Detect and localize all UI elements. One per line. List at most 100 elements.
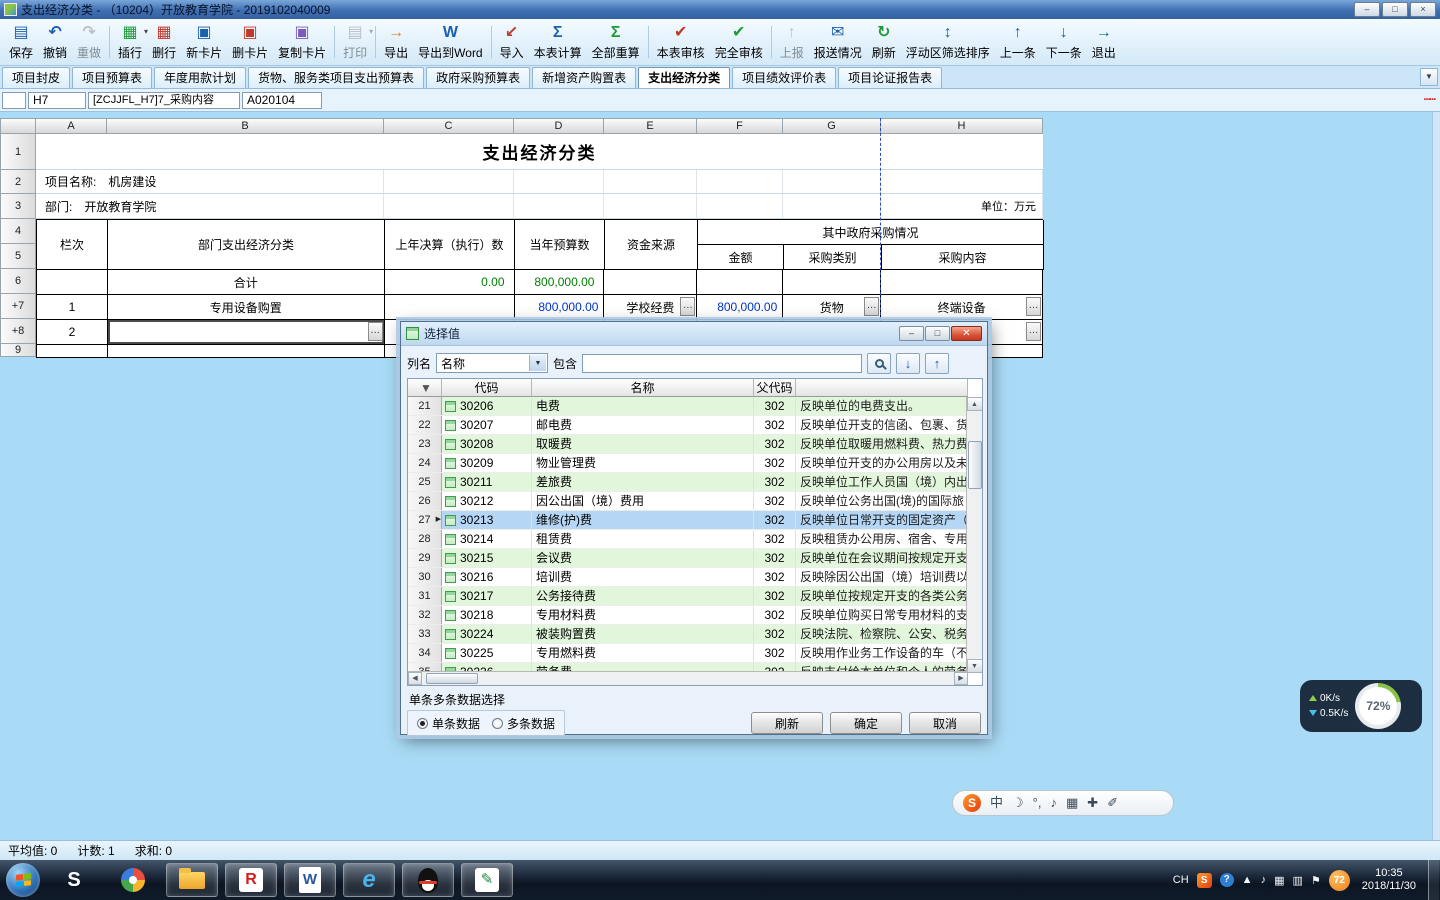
language-indicator[interactable]: CH	[1173, 874, 1189, 886]
row-header-3[interactable]: 3	[0, 194, 36, 219]
tray-flag-icon[interactable]: ⚑	[1311, 874, 1321, 887]
header-purchase-content[interactable]: 采购内容	[882, 245, 1044, 270]
taskbar-qq[interactable]	[402, 863, 454, 897]
tray-keyboard-icon[interactable]: ▦	[1274, 874, 1284, 887]
cell-h7[interactable]: 终端设备	[881, 295, 1043, 320]
cell-b7[interactable]: 专用设备购置	[108, 295, 385, 320]
grid-header-name[interactable]: 名称	[532, 379, 754, 397]
cell-b8-selected[interactable]	[108, 320, 385, 345]
tab-project-cover[interactable]: 项目封皮	[2, 67, 70, 88]
performance-gauge[interactable]: 72%	[1355, 683, 1401, 729]
punctuation-icon[interactable]: °,	[1033, 791, 1042, 815]
column-header-d[interactable]: D	[514, 118, 604, 134]
scroll-left-icon[interactable]: ◀	[408, 672, 422, 685]
header-classification[interactable]: 部门支出经济分类	[108, 220, 385, 270]
cell-a7[interactable]: 1	[37, 295, 108, 320]
single-data-radio[interactable]: 单条数据	[417, 715, 480, 732]
column-header-b[interactable]: B	[107, 118, 384, 134]
cell-a6[interactable]	[37, 270, 108, 295]
chinese-mode-icon[interactable]: 中	[990, 791, 1003, 815]
toolbar-report-status-button[interactable]: ✉报送情况	[809, 21, 867, 63]
ellipsis-button[interactable]	[1026, 322, 1041, 341]
minimize-button[interactable]: –	[1354, 2, 1380, 17]
taskbar-clock[interactable]: 10:35 2018/11/30	[1362, 867, 1416, 893]
grid-row[interactable]: 34 30225 专用燃料费 302 反映用作业务工作设备的车（不	[408, 644, 968, 663]
cell-g2[interactable]	[783, 170, 881, 194]
ellipsis-button[interactable]	[1026, 297, 1041, 316]
cell-c6[interactable]: 0.00	[385, 270, 515, 295]
scroll-up-icon[interactable]: ▲	[967, 397, 983, 411]
toolbar-audit-sheet-button[interactable]: ✔本表审核	[652, 21, 710, 63]
cell-f3[interactable]	[697, 194, 783, 219]
column-header-a[interactable]: A	[36, 118, 107, 134]
grid-header-code[interactable]: 代码	[442, 379, 532, 397]
dialog-maximize-button[interactable]: □	[925, 326, 950, 341]
column-header-e[interactable]: E	[604, 118, 697, 134]
row-header-2[interactable]: 2	[0, 170, 36, 194]
taskbar-word[interactable]: W	[284, 863, 336, 897]
row-header-8[interactable]: +8	[0, 319, 36, 344]
toolbar-exit-button[interactable]: →退出	[1087, 21, 1121, 63]
cell-h6[interactable]	[881, 270, 1043, 295]
toolbar-import-button[interactable]: ↙导入	[495, 21, 529, 63]
row-header-1[interactable]: 1	[0, 134, 36, 170]
contains-input[interactable]	[582, 354, 862, 373]
header-current-budget[interactable]: 当年预算数	[515, 220, 605, 270]
tray-sogou-icon[interactable]: S	[1197, 873, 1212, 888]
grid-row[interactable]: 21 30206 电费 302 反映单位的电费支出。	[408, 397, 968, 416]
cell-c7[interactable]	[385, 295, 515, 320]
column-header-h[interactable]: H	[881, 118, 1043, 134]
cell-c2[interactable]	[384, 170, 514, 194]
field-name-box[interactable]: [ZCJJFL_H7]7_采购内容	[88, 92, 240, 109]
grid-vertical-scrollbar[interactable]: ▲ ▼	[966, 397, 982, 673]
cell-d6[interactable]: 800,000.00	[515, 270, 605, 295]
ellipsis-button[interactable]	[368, 322, 383, 341]
tray-360-badge[interactable]: 72	[1329, 870, 1350, 891]
column-header-c[interactable]: C	[384, 118, 514, 134]
main-scrollbar-lane[interactable]	[1432, 112, 1440, 840]
grid-row[interactable]: 26 30212 因公出国（境）费用 302 反映单位公务出国(境)的国际旅	[408, 492, 968, 511]
cell-d7[interactable]: 800,000.00	[515, 295, 605, 320]
tab-project-budget[interactable]: 项目预算表	[72, 67, 152, 88]
network-speed-widget[interactable]: 0K/s 0.5K/s 72%	[1300, 680, 1422, 732]
cell-e2[interactable]	[604, 170, 697, 194]
toolbar-delete-card-button[interactable]: ▣删卡片	[227, 21, 273, 63]
toolbar-refresh-button[interactable]: ↻刷新	[867, 21, 901, 63]
ellipsis-button[interactable]	[864, 297, 879, 316]
header-amount[interactable]: 金额	[698, 245, 784, 270]
toolbar-export-word-button[interactable]: W导出到Word	[413, 21, 487, 63]
toolbar-new-card-button[interactable]: ▣新卡片	[181, 21, 227, 63]
header-lanci[interactable]: 栏次	[37, 220, 108, 270]
toolbar-copy-card-button[interactable]: ▣复制卡片	[273, 21, 331, 63]
toolbar-recalc-all-button[interactable]: Σ全部重算	[587, 21, 645, 63]
taskbar-browser[interactable]	[107, 863, 159, 897]
tab-performance-eval[interactable]: 项目绩效评价表	[732, 67, 836, 88]
show-desktop-button[interactable]	[1428, 860, 1439, 900]
taskbar-internet-explorer[interactable]: e	[343, 863, 395, 897]
move-down-button[interactable]: ↓	[896, 353, 920, 374]
tab-expenditure-classification[interactable]: 支出经济分类	[638, 67, 730, 88]
cell-g3[interactable]	[783, 194, 881, 219]
grid-row[interactable]: 23 30208 取暖费 302 反映单位取暖用燃料费、热力费	[408, 435, 968, 454]
row-header-5[interactable]: 5	[0, 244, 36, 269]
skin-icon[interactable]: ✐	[1107, 791, 1118, 815]
column-select[interactable]: 名称 ▼	[436, 353, 548, 373]
department-cell[interactable]: 部门:开放教育学院	[36, 194, 384, 219]
grid-row[interactable]: 24 30209 物业管理费 302 反映单位开支的办公用房以及未	[408, 454, 968, 473]
refresh-button[interactable]: 刷新	[751, 712, 823, 734]
grid-header-parent[interactable]: 父代码	[754, 379, 796, 397]
start-button[interactable]	[6, 863, 40, 897]
cell-a9[interactable]	[37, 345, 108, 358]
vertical-scroll-thumb[interactable]	[968, 441, 982, 489]
cell-f2[interactable]	[697, 170, 783, 194]
toolbar-redo-button[interactable]: ↷重做	[72, 21, 106, 63]
search-button[interactable]	[867, 353, 891, 374]
tab-overflow-button[interactable]: ▼	[1420, 68, 1438, 86]
tab-new-assets[interactable]: 新增资产购置表	[532, 67, 636, 88]
cancel-button[interactable]: 取消	[909, 712, 981, 734]
tab-gov-procurement-budget[interactable]: 政府采购预算表	[426, 67, 530, 88]
row-header-4[interactable]: 4	[0, 219, 36, 244]
sheet-corner[interactable]	[0, 118, 36, 134]
dialog-minimize-button[interactable]: –	[899, 326, 924, 341]
toolbar-save-button[interactable]: ▤保存	[4, 21, 38, 63]
